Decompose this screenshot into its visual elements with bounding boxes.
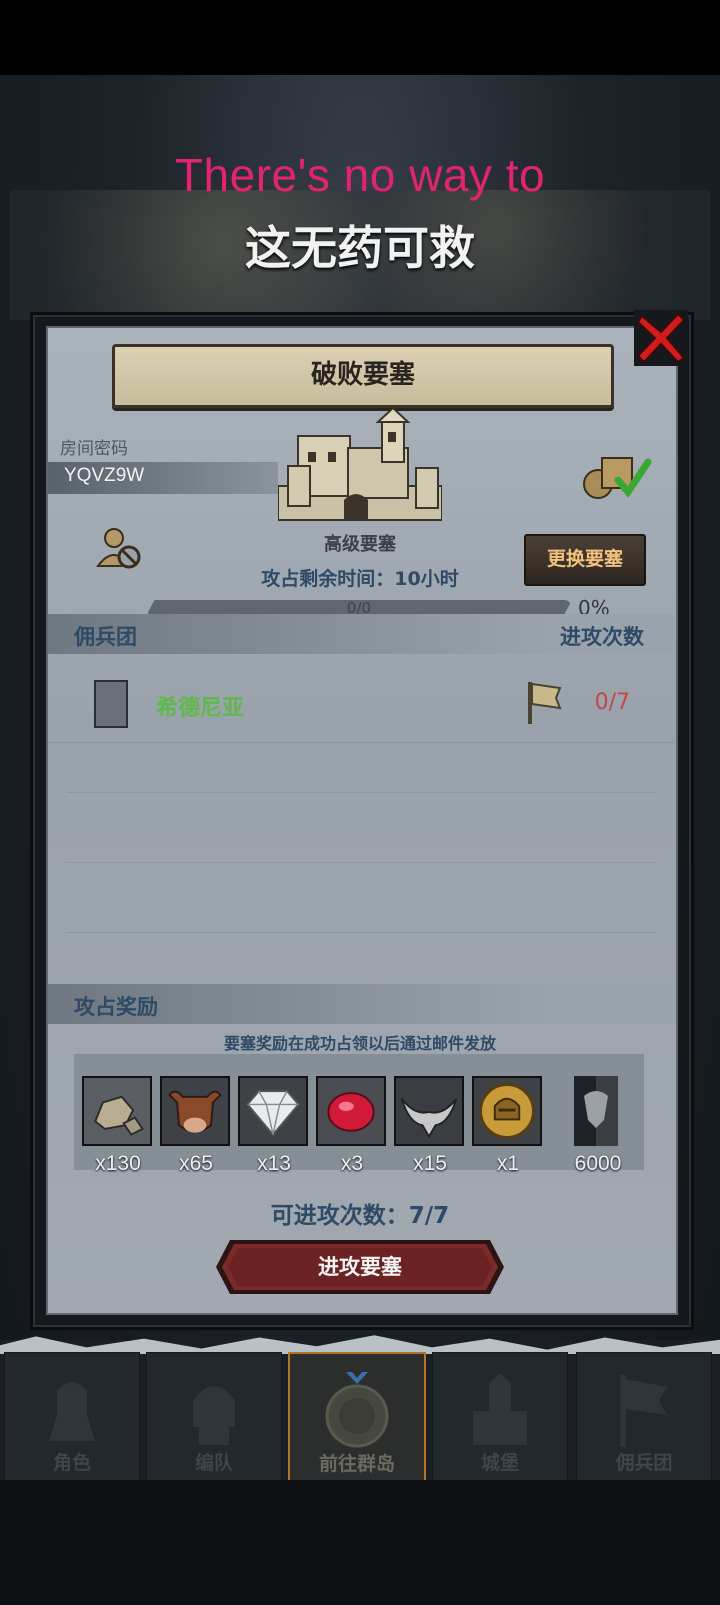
nav-role[interactable]: 角色 — [4, 1352, 140, 1482]
room-password-label: 房间密码 — [60, 439, 128, 459]
reward-quantity: x1 — [496, 1152, 520, 1175]
empty-row-divider — [66, 862, 656, 863]
nav-mercenary[interactable]: 佣兵团 — [576, 1352, 712, 1482]
rewards-note: 要塞奖励在成功占领以后通过邮件发放 — [223, 1034, 496, 1053]
guild-attack-count: 0/7 — [594, 690, 630, 715]
compass-icon — [325, 1372, 389, 1448]
dialog-title: 破败要塞 — [112, 344, 614, 408]
reward-quantity: x15 — [413, 1152, 447, 1175]
nav-formation-label: 编队 — [194, 1452, 233, 1474]
reward-item[interactable]: 6000 — [562, 1076, 634, 1176]
rewards-header-label: 攻占奖励 — [74, 995, 158, 1019]
reward-item[interactable]: x65 — [160, 1076, 232, 1176]
reward-quantity: x130 — [95, 1152, 141, 1175]
subtitle-chinese: 这无药可救 — [245, 221, 475, 275]
nav-castle-label: 城堡 — [480, 1452, 519, 1474]
nav-islands-label: 前往群岛 — [318, 1453, 395, 1475]
empty-row-divider — [66, 932, 656, 933]
flag-icon — [528, 682, 562, 724]
subtitle-english: There's no way to — [174, 149, 546, 201]
guild-badge-icon — [94, 680, 128, 728]
diamond-icon — [240, 1078, 306, 1144]
close-icon — [636, 312, 686, 364]
guild-column-label: 佣兵团 — [74, 625, 137, 649]
reward-quantity: 6000 — [574, 1152, 622, 1175]
attacks-available: 可进攻次数：7/7 — [270, 1203, 450, 1229]
reward-quantity: x3 — [340, 1152, 364, 1175]
attack-count-column-label: 进攻次数 — [560, 625, 644, 649]
screen-bottom — [0, 1480, 720, 1605]
nav-islands[interactable]: 前往群岛 — [288, 1352, 426, 1484]
nav-mercenary-label: 佣兵团 — [615, 1452, 673, 1474]
rewards-section-header: 攻占奖励 — [48, 984, 674, 1024]
nav-role-label: 角色 — [52, 1452, 91, 1474]
knight-icon — [49, 1382, 95, 1441]
nav-castle[interactable]: 城堡 — [432, 1352, 568, 1482]
ruby-icon — [318, 1078, 384, 1144]
reward-quantity: x65 — [179, 1152, 213, 1175]
room-password-value: YQVZ9W — [64, 465, 145, 486]
ox-icon — [162, 1078, 228, 1144]
reward-item[interactable]: x3 — [316, 1076, 388, 1176]
reward-item[interactable]: x1 — [472, 1076, 544, 1176]
reward-quantity: x13 — [257, 1152, 291, 1175]
attack-fortress-button[interactable]: 进攻要塞 — [216, 1240, 504, 1294]
reward-item[interactable]: x13 — [238, 1076, 310, 1176]
castle-icon — [473, 1373, 527, 1445]
formation-helmet-icon — [193, 1386, 235, 1445]
supply-check-icon[interactable] — [582, 452, 652, 500]
helmet-coin-icon — [474, 1078, 540, 1144]
close-button[interactable] — [634, 310, 688, 366]
mercenary-banner-icon — [620, 1375, 667, 1447]
attack-button-label: 进攻要塞 — [318, 1255, 402, 1279]
nav-formation[interactable]: 编队 — [146, 1352, 282, 1482]
guild-row[interactable]: 希德尼亚 0/7 — [48, 672, 674, 743]
horn-icon — [396, 1078, 462, 1144]
capture-time-remaining: 攻占剩余时间：10小时 — [261, 568, 459, 590]
status-bar — [0, 0, 720, 75]
guild-banner-icon — [574, 1076, 618, 1146]
guild-name: 希德尼亚 — [156, 696, 245, 721]
reward-item[interactable]: x130 — [82, 1076, 154, 1176]
reward-item[interactable]: x15 — [394, 1076, 466, 1176]
fortress-icon — [278, 408, 442, 521]
guild-section-header: 佣兵团 进攻次数 — [48, 614, 674, 654]
stone-icon — [84, 1078, 150, 1144]
empty-row-divider — [66, 792, 656, 793]
